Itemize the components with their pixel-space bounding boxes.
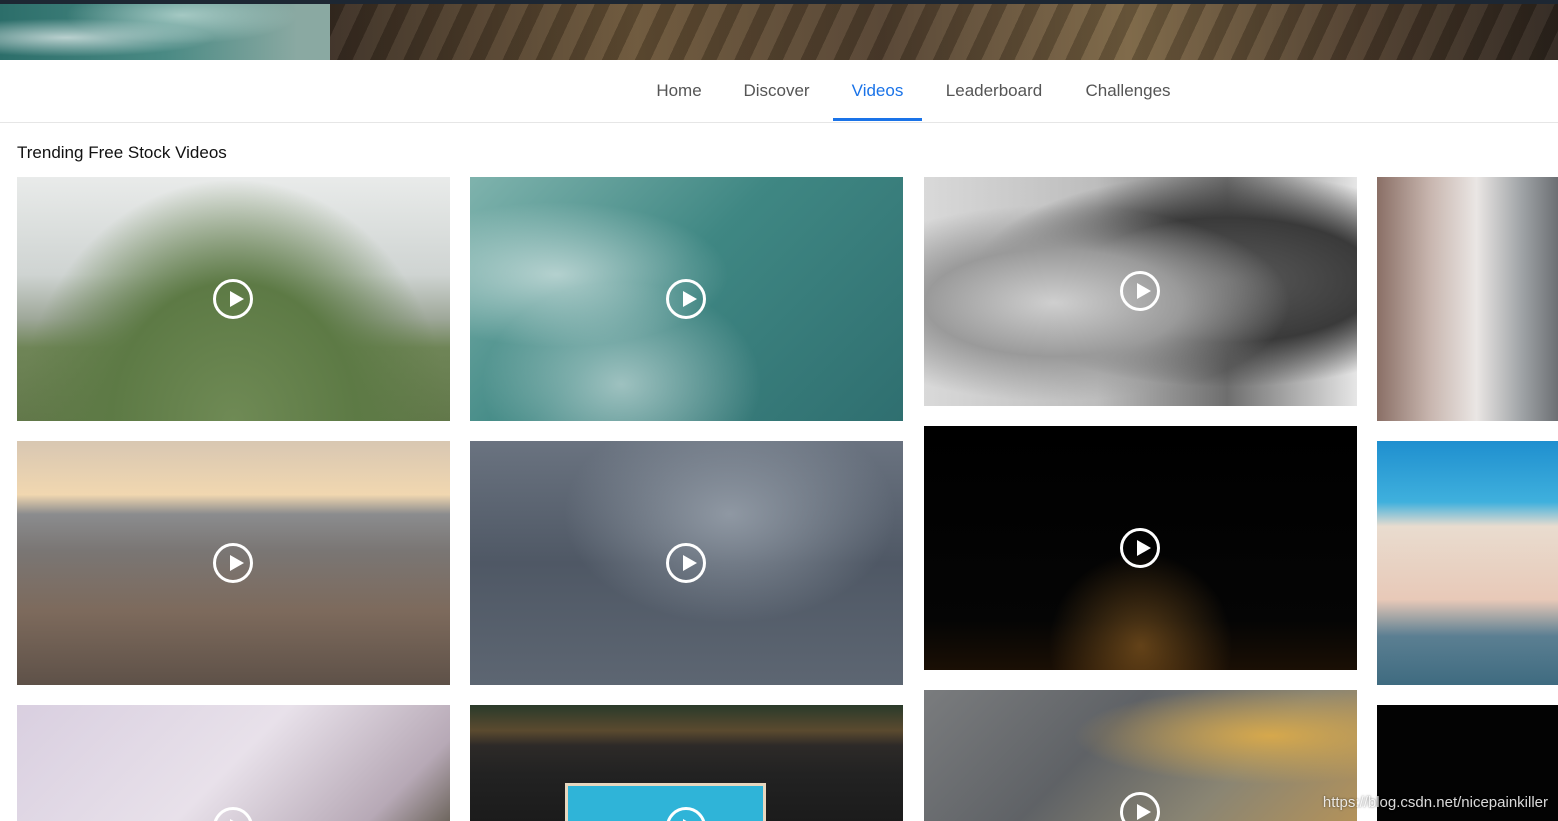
hero-sea-foam bbox=[0, 4, 330, 60]
video-thumbnail[interactable] bbox=[924, 690, 1357, 821]
tab-challenges[interactable]: Challenges bbox=[1074, 60, 1182, 120]
play-icon[interactable] bbox=[1120, 528, 1160, 568]
video-thumbnail[interactable] bbox=[1377, 441, 1558, 685]
pool-water bbox=[565, 783, 766, 821]
video-thumbnail[interactable] bbox=[17, 441, 450, 685]
main-nav: Home Discover Videos Leaderboard Challen… bbox=[0, 60, 1558, 123]
tab-leaderboard[interactable]: Leaderboard bbox=[934, 60, 1054, 120]
play-icon[interactable] bbox=[213, 279, 253, 319]
video-thumbnail[interactable] bbox=[924, 177, 1357, 406]
video-thumbnail[interactable] bbox=[17, 705, 450, 821]
video-thumbnail[interactable] bbox=[470, 177, 903, 421]
watermark: https://blog.csdn.net/nicepainkiller bbox=[1322, 794, 1548, 811]
hero-cliff bbox=[330, 4, 1558, 60]
video-thumbnail[interactable] bbox=[924, 426, 1357, 670]
tab-videos[interactable]: Videos bbox=[833, 60, 922, 121]
play-icon[interactable] bbox=[666, 543, 706, 583]
tab-home[interactable]: Home bbox=[645, 60, 713, 120]
hero-banner bbox=[0, 0, 1558, 60]
video-thumbnail[interactable] bbox=[470, 441, 903, 685]
play-icon[interactable] bbox=[1120, 792, 1160, 821]
video-thumbnail[interactable] bbox=[17, 177, 450, 421]
video-thumbnail[interactable] bbox=[470, 705, 903, 821]
play-icon[interactable] bbox=[666, 279, 706, 319]
play-icon[interactable] bbox=[213, 543, 253, 583]
section-title: Trending Free Stock Videos bbox=[17, 143, 227, 162]
play-icon[interactable] bbox=[1120, 271, 1160, 311]
video-thumbnail[interactable] bbox=[1377, 177, 1558, 421]
tab-discover[interactable]: Discover bbox=[732, 60, 821, 120]
play-icon[interactable] bbox=[213, 807, 253, 821]
